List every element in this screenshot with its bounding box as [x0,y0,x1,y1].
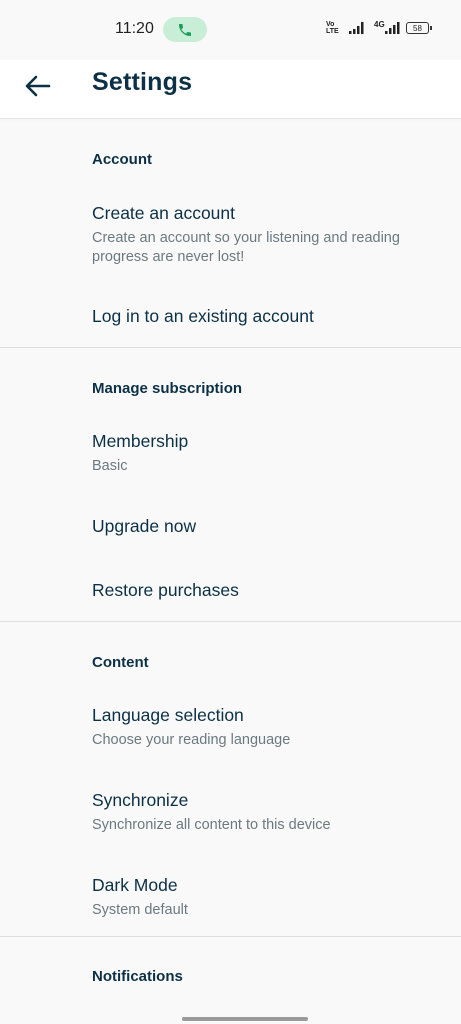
status-time: 11:20 [115,20,154,37]
membership-title: Membership [92,431,189,451]
section-header-content: Content [92,654,149,671]
phone-icon [179,24,191,36]
back-button[interactable] [18,66,58,106]
upgrade-now-item[interactable]: Upgrade now [0,516,461,546]
membership-subtitle: Basic [92,458,128,474]
battery-icon: 58 [406,22,432,34]
divider [0,347,461,348]
upgrade-now-title: Upgrade now [92,516,197,536]
language-selection-subtitle: Choose your reading language [92,732,291,748]
section-header-subscription: Manage subscription [92,380,243,397]
status-bar: 11:20 Vo LTE 4G 58 [0,0,461,60]
login-item[interactable]: Log in to an existing account [0,306,461,336]
create-account-item[interactable]: Create an account Create an account so y… [0,203,461,265]
section-header-notifications: Notifications [92,968,183,985]
ongoing-call-pill[interactable] [163,17,207,42]
section-header-account: Account [92,151,152,168]
page-title: Settings [92,68,193,96]
language-selection-item[interactable]: Language selection Choose your reading l… [0,705,461,749]
app-header: Settings [0,60,461,119]
arrow-left-icon [25,75,51,97]
dark-mode-title: Dark Mode [92,875,178,895]
login-title: Log in to an existing account [92,306,314,326]
create-account-title: Create an account [92,203,236,223]
signal-icon [385,22,400,34]
dark-mode-item[interactable]: Dark Mode System default [0,875,461,919]
divider [0,621,461,622]
language-selection-title: Language selection [92,705,244,725]
divider [0,936,461,937]
home-indicator[interactable] [182,1017,308,1021]
volte-indicator: Vo LTE [326,21,339,35]
synchronize-title: Synchronize [92,790,189,810]
membership-item[interactable]: Membership Basic [0,431,461,475]
restore-purchases-title: Restore purchases [92,580,239,600]
synchronize-item[interactable]: Synchronize Synchronize all content to t… [0,790,461,834]
synchronize-subtitle: Synchronize all content to this device [92,817,331,833]
signal-icon [349,22,364,34]
create-account-subtitle: Create an account so your listening and … [92,230,400,265]
restore-purchases-item[interactable]: Restore purchases [0,580,461,610]
dark-mode-subtitle: System default [92,902,188,918]
